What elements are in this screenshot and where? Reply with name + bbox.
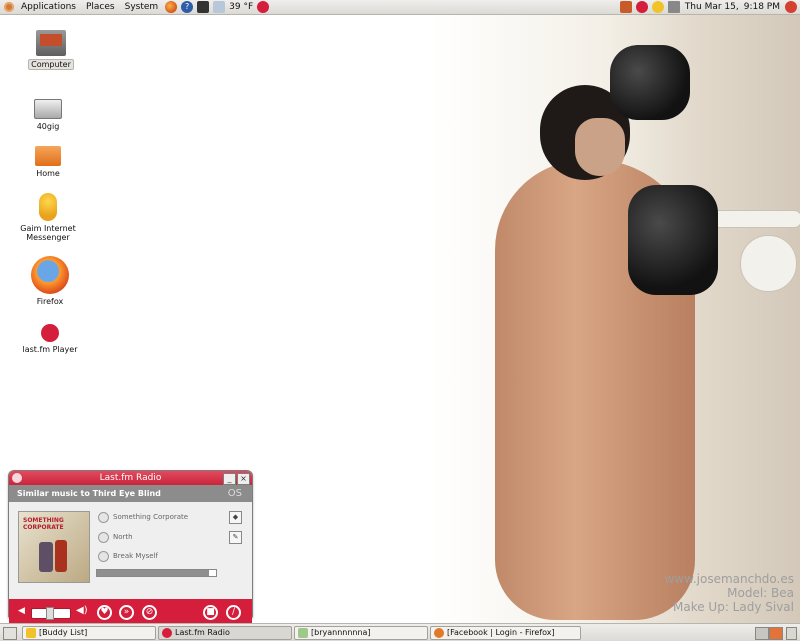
desktop-icon-home[interactable]: Home bbox=[8, 146, 88, 178]
weather-icon bbox=[213, 1, 226, 13]
wallpaper-glove-lower bbox=[628, 185, 718, 295]
gaim-icon bbox=[39, 193, 57, 221]
close-button[interactable]: × bbox=[237, 473, 250, 485]
desktop-icon-label: Computer bbox=[28, 59, 74, 70]
volume-handle[interactable] bbox=[46, 607, 54, 620]
task-label: [Facebook | Login - Firefox] bbox=[447, 628, 555, 637]
clock-time[interactable]: 9:18 PM bbox=[741, 0, 783, 14]
show-desktop-icon[interactable] bbox=[3, 627, 17, 640]
watermark-line-2: Model: Bea bbox=[727, 586, 794, 600]
bottom-panel: [Buddy List] Last.fm Radio [bryannnnnna]… bbox=[0, 623, 800, 641]
menu-places[interactable]: Places bbox=[81, 0, 120, 14]
track-album: North bbox=[113, 533, 133, 541]
folder-icon bbox=[35, 146, 61, 166]
desktop-icon-computer[interactable]: Computer bbox=[11, 30, 91, 70]
volume-slider[interactable] bbox=[31, 607, 71, 620]
player-controls: ◀ ◀) ♥ » ⊘ ■ / bbox=[9, 599, 252, 626]
task-label: [bryannnnnna] bbox=[311, 628, 371, 637]
lastfm-tray-icon[interactable] bbox=[257, 1, 270, 13]
taskbar-item-facebook-firefox[interactable]: [Facebook | Login - Firefox] bbox=[430, 626, 581, 640]
volume-icon[interactable] bbox=[667, 1, 680, 13]
track-title: Break Myself bbox=[113, 552, 158, 560]
station-bar: Similar music to Third Eye Blind OS bbox=[9, 485, 252, 502]
workspace-2[interactable] bbox=[769, 627, 783, 640]
volume-high-icon: ◀) bbox=[76, 605, 88, 616]
album-cover-text: SOMETHING CORPORATE bbox=[23, 517, 64, 531]
track-icon bbox=[98, 550, 109, 562]
love-button[interactable]: ♥ bbox=[97, 605, 112, 620]
desktop-icon-label: Home bbox=[36, 169, 60, 178]
album-icon bbox=[98, 531, 109, 543]
lastfm-icon bbox=[41, 324, 59, 342]
wallpaper-figure-face bbox=[575, 118, 625, 176]
window-titlebar[interactable]: Last.fm Radio _ × bbox=[9, 471, 252, 485]
computer-icon bbox=[36, 30, 66, 56]
wallpaper-watermark: www.josemanchdo.es Model: Bea Make Up: L… bbox=[664, 572, 794, 614]
progress-bar bbox=[96, 569, 217, 577]
track-artist: Something Corporate bbox=[113, 513, 189, 521]
volume-low-icon: ◀ bbox=[18, 606, 25, 616]
stop-button[interactable]: ■ bbox=[203, 605, 218, 620]
firefox-task-icon bbox=[434, 628, 444, 638]
power-icon[interactable] bbox=[785, 1, 797, 13]
lastfm-window-icon[interactable] bbox=[12, 473, 22, 483]
taskbar-item-bryannnnnna[interactable]: [bryannnnnna] bbox=[294, 626, 428, 640]
artist-icon bbox=[98, 511, 109, 523]
track-row-album[interactable]: North bbox=[98, 530, 133, 544]
station-name: Similar music to Third Eye Blind bbox=[17, 489, 161, 498]
workspace-1[interactable] bbox=[755, 627, 769, 640]
weather-temperature[interactable]: 39 °F bbox=[227, 0, 255, 14]
system-tray: Thu Mar 15, 9:18 PM bbox=[618, 0, 800, 14]
taskbar-item-lastfm[interactable]: Last.fm Radio bbox=[158, 626, 292, 640]
ban-button[interactable]: ⊘ bbox=[142, 605, 157, 620]
player-main: SOMETHING CORPORATE Something Corporate … bbox=[9, 502, 252, 599]
top-panel: Applications Places System ? 39 °F Thu M… bbox=[0, 0, 800, 15]
watermark-line-1: www.josemanchdo.es bbox=[664, 572, 794, 586]
desktop-icon-lastfm[interactable]: last.fm Player bbox=[10, 324, 90, 354]
tag-button[interactable]: ◆ bbox=[229, 511, 242, 524]
lastfm-player-window: Last.fm Radio _ × Similar music to Third… bbox=[8, 470, 253, 626]
ubuntu-logo-icon[interactable] bbox=[4, 2, 14, 12]
window-title: Last.fm Radio bbox=[99, 473, 162, 483]
trash-icon[interactable] bbox=[786, 627, 797, 640]
drive-icon bbox=[34, 99, 62, 119]
menu-applications[interactable]: Applications bbox=[16, 0, 81, 14]
desktop-icon-firefox[interactable]: Firefox bbox=[10, 256, 90, 306]
skip-button[interactable]: » bbox=[119, 605, 134, 620]
help-launcher-icon[interactable]: ? bbox=[181, 1, 194, 13]
firefox-icon bbox=[31, 256, 69, 294]
chat-task-icon bbox=[298, 628, 308, 638]
album-cover: SOMETHING CORPORATE bbox=[18, 511, 90, 583]
taskbar-item-buddy-list[interactable]: [Buddy List] bbox=[22, 626, 156, 640]
desktop-icon-label: Firefox bbox=[36, 297, 64, 306]
desktop-icon-label: last.fm Player bbox=[22, 345, 78, 354]
track-row-title[interactable]: Break Myself bbox=[98, 549, 158, 563]
progress-fill bbox=[97, 570, 209, 576]
desktop-icon-label: Gaim Internet Messenger bbox=[20, 224, 76, 242]
desktop-icon-gaim[interactable]: Gaim Internet Messenger bbox=[8, 193, 88, 242]
lastfm-status-icon[interactable] bbox=[635, 1, 648, 13]
firefox-launcher-icon[interactable] bbox=[165, 1, 178, 13]
wallpaper-pipe-junction bbox=[740, 235, 797, 292]
lastfm-task-icon bbox=[162, 628, 172, 638]
wallpaper-glove-upper bbox=[610, 45, 690, 120]
album-cover-person bbox=[39, 542, 53, 572]
task-label: [Buddy List] bbox=[39, 628, 88, 637]
terminal-launcher-icon[interactable] bbox=[197, 1, 210, 13]
notification-icon[interactable] bbox=[619, 1, 632, 13]
gaim-status-icon[interactable] bbox=[651, 1, 664, 13]
minimize-button[interactable]: _ bbox=[223, 473, 236, 485]
clock-date[interactable]: Thu Mar 15, bbox=[682, 0, 741, 14]
gaim-task-icon bbox=[26, 628, 36, 638]
tag-track-button[interactable]: / bbox=[226, 605, 241, 620]
station-badge: OS bbox=[227, 488, 242, 499]
edit-button[interactable]: ✎ bbox=[229, 531, 242, 544]
track-row-artist[interactable]: Something Corporate bbox=[98, 510, 188, 524]
desktop-icon-label: 40gig bbox=[36, 122, 60, 131]
desktop-icon-40gig[interactable]: 40gig bbox=[8, 99, 88, 131]
watermark-line-3: Make Up: Lady Sival bbox=[673, 600, 794, 614]
menu-system[interactable]: System bbox=[120, 0, 164, 14]
album-cover-person bbox=[55, 540, 67, 572]
task-label: Last.fm Radio bbox=[175, 628, 230, 637]
